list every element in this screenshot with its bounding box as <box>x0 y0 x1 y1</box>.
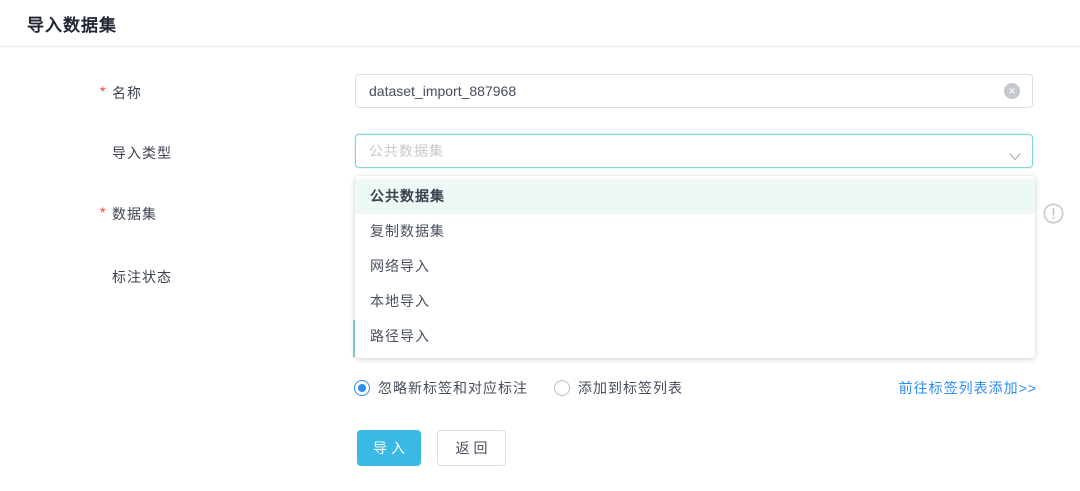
import-type-dropdown-menu: 公共数据集 复制数据集 网络导入 本地导入 路径导入 <box>355 176 1035 358</box>
name-input[interactable] <box>355 74 1033 108</box>
dataset-label-text: 数据集 <box>112 204 157 224</box>
chevron-down-icon <box>1009 148 1021 166</box>
radio-add-to-label-list-label[interactable]: 添加到标签列表 <box>578 378 683 398</box>
dropdown-option-public-dataset[interactable]: 公共数据集 <box>355 179 1035 214</box>
name-label-text: 名称 <box>112 83 142 103</box>
radio-add-to-label-list[interactable] <box>554 380 570 396</box>
required-asterisk: * <box>100 83 109 99</box>
dropdown-option-copy-dataset[interactable]: 复制数据集 <box>355 214 1035 249</box>
import-button[interactable]: 导入 <box>357 430 421 466</box>
title-divider <box>0 46 1080 47</box>
back-button[interactable]: 返回 <box>437 430 506 466</box>
select-placeholder: 公共数据集 <box>369 141 444 161</box>
import-type-label-text: 导入类型 <box>112 143 172 163</box>
clear-input-icon[interactable]: ✕ <box>1004 83 1020 99</box>
name-field-label: * 名称 <box>100 83 142 103</box>
dataset-field-label: * 数据集 <box>100 204 157 224</box>
radio-ignore-new-labels[interactable] <box>354 380 370 396</box>
import-dataset-page: 导入数据集 * 名称 ✕ 导入类型 公共数据集 * 数据集 标注状态 公 <box>0 0 1080 491</box>
annotation-status-field-label: 标注状态 <box>100 267 172 287</box>
dropdown-option-network-import[interactable]: 网络导入 <box>355 249 1035 284</box>
import-type-select[interactable]: 公共数据集 <box>355 134 1033 168</box>
dropdown-option-path-import[interactable]: 路径导入 <box>355 319 1035 354</box>
label-conflict-radio-group: 忽略新标签和对应标注 添加到标签列表 <box>354 378 683 398</box>
dropdown-option-local-import[interactable]: 本地导入 <box>355 284 1035 319</box>
annotation-status-label-text: 标注状态 <box>112 267 172 287</box>
radio-ignore-new-labels-label[interactable]: 忽略新标签和对应标注 <box>378 378 528 398</box>
import-type-field-label: 导入类型 <box>100 143 172 163</box>
info-circle-icon[interactable] <box>1043 203 1064 224</box>
goto-label-list-link[interactable]: 前往标签列表添加>> <box>899 378 1037 398</box>
page-title: 导入数据集 <box>27 11 117 36</box>
required-asterisk: * <box>100 204 109 220</box>
